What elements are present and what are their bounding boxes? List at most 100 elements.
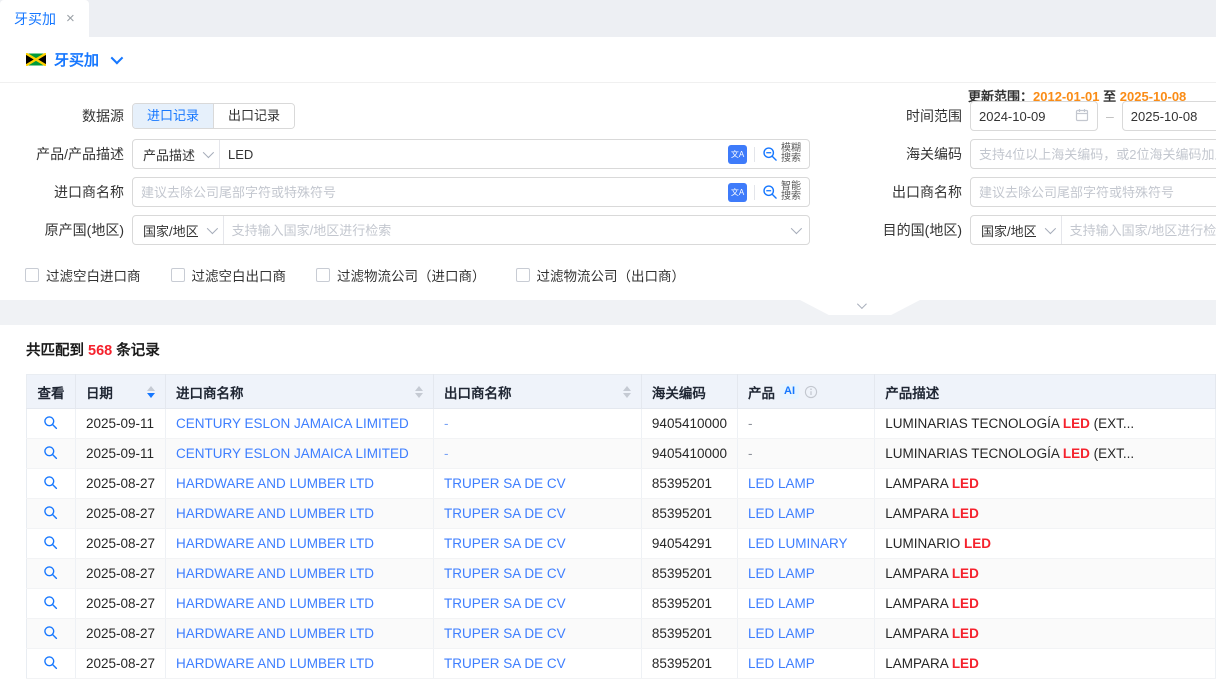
product-input[interactable] xyxy=(220,140,728,168)
table-row: 2025-08-27HARDWARE AND LUMBER LTDTRUPER … xyxy=(27,529,1216,559)
importer-field: 文A 智能搜索 xyxy=(132,177,810,207)
column-header-exporter[interactable]: 出口商名称 xyxy=(434,375,642,409)
column-label: 查看 xyxy=(37,382,64,402)
filter-checkbox[interactable]: 过滤空白进口商 xyxy=(25,265,141,285)
product-link[interactable]: LED LAMP xyxy=(748,596,815,611)
view-record-button[interactable] xyxy=(43,475,58,490)
product-type-select[interactable]: 产品描述 xyxy=(133,140,220,168)
exporter-empty: - xyxy=(444,416,449,431)
filter-checkbox[interactable]: 过滤物流公司（出口商） xyxy=(516,265,686,285)
hs-code-input[interactable] xyxy=(971,140,1216,168)
importer-link[interactable]: HARDWARE AND LUMBER LTD xyxy=(176,656,374,671)
importer-link[interactable]: HARDWARE AND LUMBER LTD xyxy=(176,506,374,521)
hs-code-field[interactable] xyxy=(970,139,1216,169)
translate-icon[interactable]: 文A xyxy=(728,145,747,164)
importer-link[interactable]: HARDWARE AND LUMBER LTD xyxy=(176,536,374,551)
origin-field: 国家/地区 xyxy=(132,215,810,245)
tab-jamaica[interactable]: 牙买加 × xyxy=(0,0,89,37)
exporter-link[interactable]: TRUPER SA DE CV xyxy=(444,596,566,611)
date-end-input[interactable] xyxy=(1123,102,1216,130)
importer-link[interactable]: HARDWARE AND LUMBER LTD xyxy=(176,596,374,611)
checkbox-icon[interactable] xyxy=(316,268,330,282)
date-start-input[interactable] xyxy=(971,102,1075,130)
chevron-down-icon[interactable] xyxy=(791,223,802,234)
search-term-highlight: LED xyxy=(1063,446,1090,461)
chevron-down-icon[interactable] xyxy=(111,52,124,65)
view-record-button[interactable] xyxy=(43,565,58,580)
search-term-highlight: LED xyxy=(952,656,979,671)
jamaica-flag-icon xyxy=(26,53,46,66)
view-record-button[interactable] xyxy=(43,595,58,610)
checkbox-icon[interactable] xyxy=(25,268,39,282)
sort-control[interactable] xyxy=(415,386,423,398)
info-icon[interactable] xyxy=(804,385,818,399)
calendar-icon[interactable] xyxy=(1075,108,1089,125)
smart-search-button[interactable]: 智能搜索 xyxy=(762,182,801,202)
cell-product-description: LAMPARA LED xyxy=(875,469,1216,499)
data-source-option[interactable]: 出口记录 xyxy=(213,104,294,128)
view-record-button[interactable] xyxy=(43,655,58,670)
origin-type-select[interactable]: 国家/地区 xyxy=(133,216,224,244)
close-icon[interactable]: × xyxy=(66,11,75,26)
exporter-link[interactable]: TRUPER SA DE CV xyxy=(444,566,566,581)
exporter-link[interactable]: TRUPER SA DE CV xyxy=(444,506,566,521)
exporter-link[interactable]: TRUPER SA DE CV xyxy=(444,536,566,551)
importer-input[interactable] xyxy=(133,178,728,206)
search-term-highlight: LED xyxy=(952,506,979,521)
product-link[interactable]: LED LAMP xyxy=(748,476,815,491)
sort-control[interactable] xyxy=(147,386,155,398)
column-label: 出口商名称 xyxy=(444,382,512,402)
column-header-importer[interactable]: 进口商名称 xyxy=(166,375,434,409)
results-table: 查看日期进口商名称出口商名称海关编码产品AI产品描述 2025-09-11CEN… xyxy=(26,374,1216,679)
checkbox-icon[interactable] xyxy=(516,268,530,282)
exporter-input[interactable] xyxy=(971,178,1216,206)
product-link[interactable]: LED LAMP xyxy=(748,656,815,671)
checkbox-icon[interactable] xyxy=(171,268,185,282)
exporter-link[interactable]: TRUPER SA DE CV xyxy=(444,656,566,671)
fuzzy-search-button[interactable]: 模糊搜索 xyxy=(762,144,801,164)
cell-product-description: LAMPARA LED xyxy=(875,589,1216,619)
importer-label: 进口商名称 xyxy=(0,182,132,202)
destination-type-select[interactable]: 国家/地区 xyxy=(971,216,1062,244)
view-record-button[interactable] xyxy=(43,505,58,520)
filter-checkbox[interactable]: 过滤物流公司（进口商） xyxy=(316,265,486,285)
destination-input[interactable] xyxy=(1062,216,1216,244)
importer-link[interactable]: CENTURY ESLON JAMAICA LIMITED xyxy=(176,416,409,431)
product-link[interactable]: LED LAMP xyxy=(748,626,815,641)
importer-link[interactable]: HARDWARE AND LUMBER LTD xyxy=(176,626,374,641)
time-range-label: 时间范围 xyxy=(822,106,970,126)
date-start-field[interactable] xyxy=(970,101,1098,131)
data-source-option[interactable]: 进口记录 xyxy=(133,104,213,128)
product-link[interactable]: LED LAMP xyxy=(748,506,815,521)
view-record-button[interactable] xyxy=(43,625,58,640)
product-field: 产品描述 文A 模糊搜索 xyxy=(132,139,810,169)
search-term-highlight: LED xyxy=(952,566,979,581)
date-end-field[interactable] xyxy=(1122,101,1216,131)
importer-link[interactable]: CENTURY ESLON JAMAICA LIMITED xyxy=(176,446,409,461)
importer-link[interactable]: HARDWARE AND LUMBER LTD xyxy=(176,566,374,581)
search-icon xyxy=(762,146,778,162)
view-record-button[interactable] xyxy=(43,535,58,550)
view-record-button[interactable] xyxy=(43,445,58,460)
view-record-button[interactable] xyxy=(43,415,58,430)
importer-link[interactable]: HARDWARE AND LUMBER LTD xyxy=(176,476,374,491)
cell-hs-code: 9405410000 xyxy=(641,409,737,439)
exporter-link[interactable]: TRUPER SA DE CV xyxy=(444,476,566,491)
table-row: 2025-09-11CENTURY ESLON JAMAICA LIMITED-… xyxy=(27,409,1216,439)
results-count: 568 xyxy=(88,343,112,359)
sort-control[interactable] xyxy=(623,386,631,398)
translate-icon[interactable]: 文A xyxy=(728,183,747,202)
filter-checkbox[interactable]: 过滤空白出口商 xyxy=(171,265,287,285)
origin-input[interactable] xyxy=(224,216,791,244)
column-label: 海关编码 xyxy=(652,382,706,402)
destination-field: 国家/地区 xyxy=(970,215,1216,245)
country-header: 牙买加 xyxy=(0,37,1216,83)
product-link[interactable]: LED LAMP xyxy=(748,566,815,581)
exporter-link[interactable]: TRUPER SA DE CV xyxy=(444,626,566,641)
exporter-field[interactable] xyxy=(970,177,1216,207)
column-header-date[interactable]: 日期 xyxy=(75,375,165,409)
collapse-panel-button[interactable] xyxy=(800,300,920,315)
checkbox-label: 过滤物流公司（出口商） xyxy=(537,265,686,285)
table-row: 2025-08-27HARDWARE AND LUMBER LTDTRUPER … xyxy=(27,559,1216,589)
product-link[interactable]: LED LUMINARY xyxy=(748,536,848,551)
